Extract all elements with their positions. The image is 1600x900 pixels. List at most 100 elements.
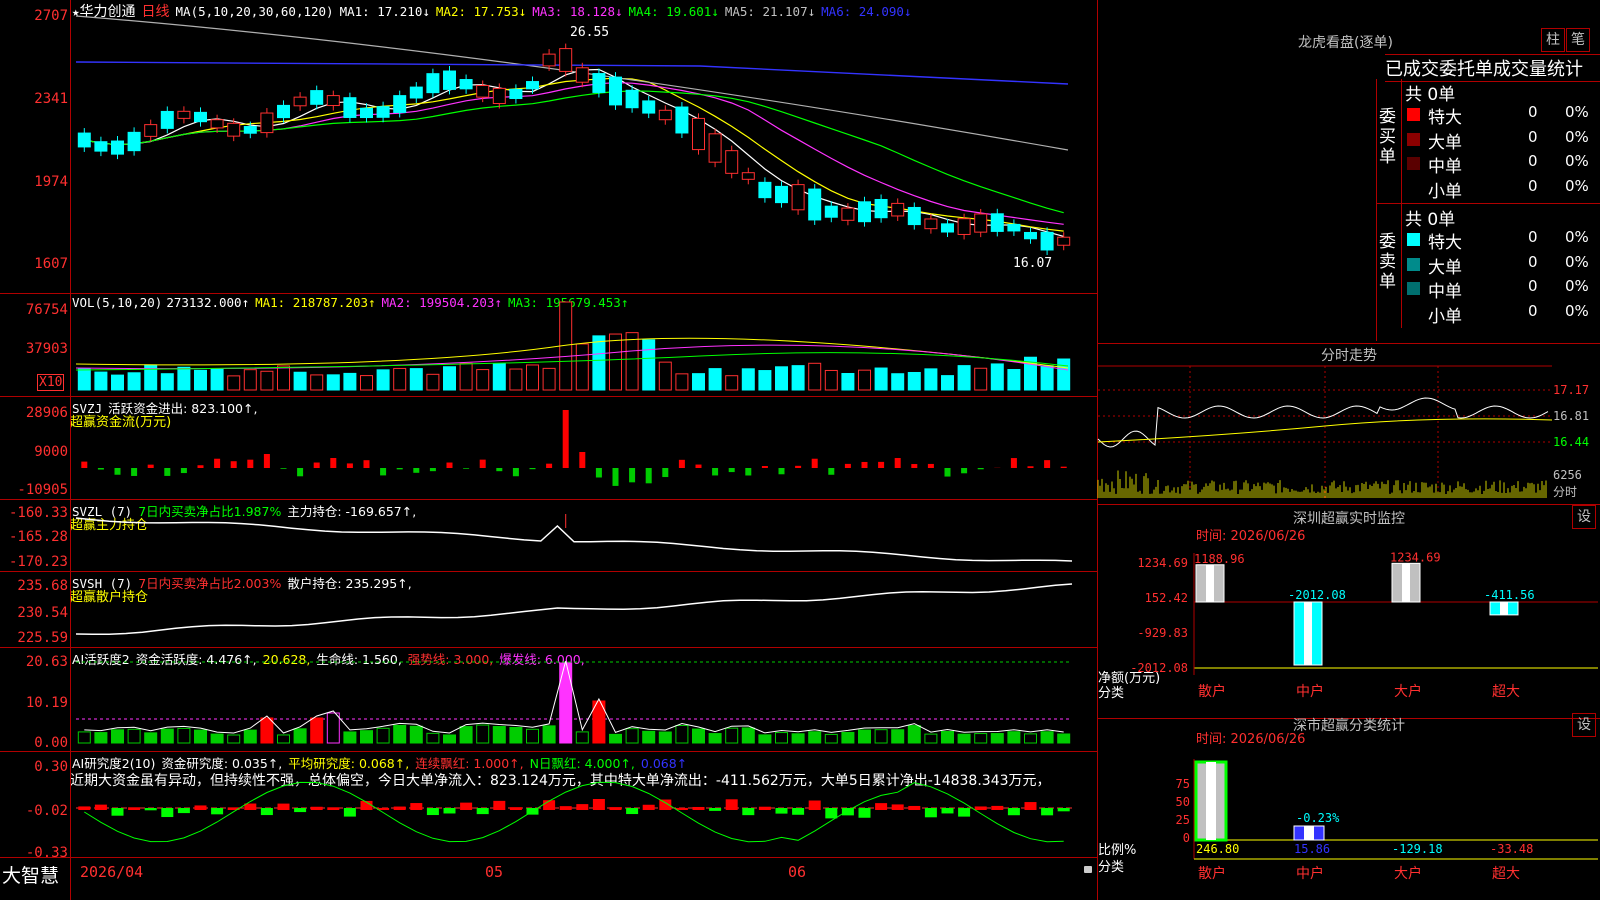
research-bar: [1057, 808, 1070, 812]
flow-bar: [197, 465, 204, 468]
candle-body: [692, 117, 705, 151]
candle-body: [260, 112, 274, 134]
research-bar: [443, 808, 456, 814]
research-bar: [277, 803, 290, 810]
monitor-chart[interactable]: 1188.96 散户 -2012.08 中户 1234.69 大户 -411.56 超大: [1098, 505, 1600, 718]
volume-panel[interactable]: 76754 37903 X10 VOL(5,10,20) 273132.000↑ M…: [0, 294, 1097, 397]
svzl-panel[interactable]: -160.33 -165.28 -170.23 SVZL (7) 7日内买卖净占比…: [0, 500, 1097, 572]
sell-row-name: 大单: [1428, 257, 1462, 278]
candle-body: [891, 202, 905, 217]
flow-bar: [479, 459, 486, 468]
volume-bar: [708, 368, 722, 391]
flow-bar: [745, 468, 752, 476]
legend-swatch: [1407, 282, 1420, 295]
svzl-chart[interactable]: [0, 500, 1097, 571]
ai-activity-panel[interactable]: 20.63 10.19 0.00 AI活跃度2 资金活跃度: 4.476↑, 20.…: [0, 648, 1097, 752]
candle-body: [144, 124, 158, 137]
candle-body: [725, 150, 739, 174]
volume-bar: [343, 372, 357, 391]
sell-total: 共 0单: [1405, 210, 1456, 230]
candle-body: [1024, 231, 1037, 240]
candle-body: [858, 201, 871, 223]
bar-view-button[interactable]: 柱: [1541, 28, 1565, 52]
flow-bar: [429, 468, 436, 472]
volume-chart[interactable]: [0, 294, 1097, 396]
buy-row-pct: 0%: [1565, 127, 1589, 146]
candle-body: [990, 213, 1004, 232]
flow-bar: [363, 460, 370, 468]
candle-body: [758, 181, 772, 199]
volume-bar: [260, 370, 274, 391]
flow-bar: [761, 465, 768, 468]
research-bar: [576, 804, 589, 810]
activity-bar: [376, 727, 390, 744]
candle-body: [194, 111, 207, 123]
candle-body: [1007, 223, 1021, 232]
candlestick-chart[interactable]: [0, 0, 1097, 293]
bottom-bar: 大智慧 2026/04 05 06: [0, 858, 1097, 900]
flow-bar: [695, 464, 702, 468]
monitor-bar-label: -411.56: [1484, 588, 1535, 602]
research-bar: [559, 806, 572, 810]
research-bar: [1007, 808, 1020, 816]
flow-bar: [861, 461, 868, 468]
activity-bar: [343, 731, 357, 744]
price-panel[interactable]: 2707 2341 1974 1607 ★华力创通 日线 MA(5,10,20,30…: [0, 0, 1097, 294]
flow-bar: [496, 468, 503, 472]
svzj-panel[interactable]: 28906 9000 -10905 SVZJ 活跃资金进出: 823.100↑, …: [0, 397, 1097, 500]
candle-body: [443, 70, 456, 90]
activity-bar: [924, 733, 938, 744]
lhb-panel[interactable]: 龙虎看盘(逐单) 柱 笔 已成交委托单成交量统计 委买单 共 0单 特大 0 0% 大…: [1098, 0, 1600, 344]
research-bar: [410, 803, 423, 810]
activity-bar: [808, 731, 822, 744]
price-line: [1097, 397, 1549, 448]
lock-icon[interactable]: [1084, 866, 1092, 873]
activity-bar: [575, 731, 589, 744]
flow-bar: [380, 468, 387, 476]
ai-research-panel[interactable]: 0.30 -0.02 -0.33 AI研究度2(10) 资金研究度: 0.035↑…: [0, 752, 1097, 861]
flow-bar: [977, 468, 984, 470]
volume-bar: [94, 371, 108, 391]
volume-bar: [725, 375, 739, 391]
flow-bar: [1044, 460, 1051, 468]
flow-bar: [579, 452, 586, 468]
research-bar: [260, 808, 273, 816]
volume-bar: [243, 369, 257, 391]
volume-bar: [658, 361, 672, 391]
intraday-chart[interactable]: [1097, 344, 1553, 504]
ai-research-chart[interactable]: [0, 752, 1097, 857]
sell-row-pct: 0%: [1565, 301, 1589, 320]
lhb-grid: 委买单 共 0单 特大 0 0% 大单 0 0% 中单 0 0% 小单 0 0% 委卖单 共 0单 特…: [1376, 79, 1600, 341]
buy-row-name: 特大: [1428, 108, 1462, 128]
tick-view-button[interactable]: 笔: [1566, 28, 1590, 52]
flow-bar: [147, 464, 154, 468]
flow-bar: [114, 468, 121, 475]
activity-bar: [144, 732, 158, 744]
research-bar: [792, 808, 805, 815]
candle-body: [941, 223, 954, 233]
classify-chart[interactable]: 246.80 散户 -0.23% 中户 15.86 -129.18 大户 -33.48 超大: [1098, 719, 1600, 900]
candle-body: [957, 218, 971, 235]
lhb-tabs[interactable]: 已成交委托单成交量统计: [1385, 54, 1600, 82]
ai-activity-chart[interactable]: [0, 648, 1097, 751]
flow-bar: [795, 465, 802, 468]
flow-bar: [811, 458, 818, 468]
activity-bar: [326, 712, 340, 744]
buy-row-count: 0: [1528, 103, 1538, 121]
classify-panel[interactable]: 深市超赢分类统计 设 时间: 2026/06/26 75 50 25 0 比例%…: [1098, 713, 1600, 900]
buy-row-count: 0: [1528, 152, 1538, 170]
svzj-chart[interactable]: [0, 397, 1097, 499]
volume-bar: [675, 373, 689, 391]
flow-bar: [546, 463, 553, 468]
activity-bar: [293, 728, 307, 744]
svsh-chart[interactable]: [0, 572, 1097, 647]
candle-body: [1057, 236, 1071, 246]
monitor-panel[interactable]: 深圳超赢实时监控 设 时间: 2026/06/26 1234.69 152.42…: [1098, 505, 1600, 719]
volume-bar: [974, 367, 988, 391]
buy-row-name: 小单: [1428, 181, 1462, 202]
activity-bar: [941, 730, 954, 744]
classify-category-label: 散户: [1198, 865, 1226, 882]
svsh-panel[interactable]: 235.68 230.54 225.59 SVSH (7) 7日内买卖净占比2.0…: [0, 572, 1097, 648]
intraday-panel[interactable]: 分时走势 17.17 16.81 16.44 6256 分时: [1097, 344, 1600, 505]
volume-bar: [160, 373, 174, 391]
